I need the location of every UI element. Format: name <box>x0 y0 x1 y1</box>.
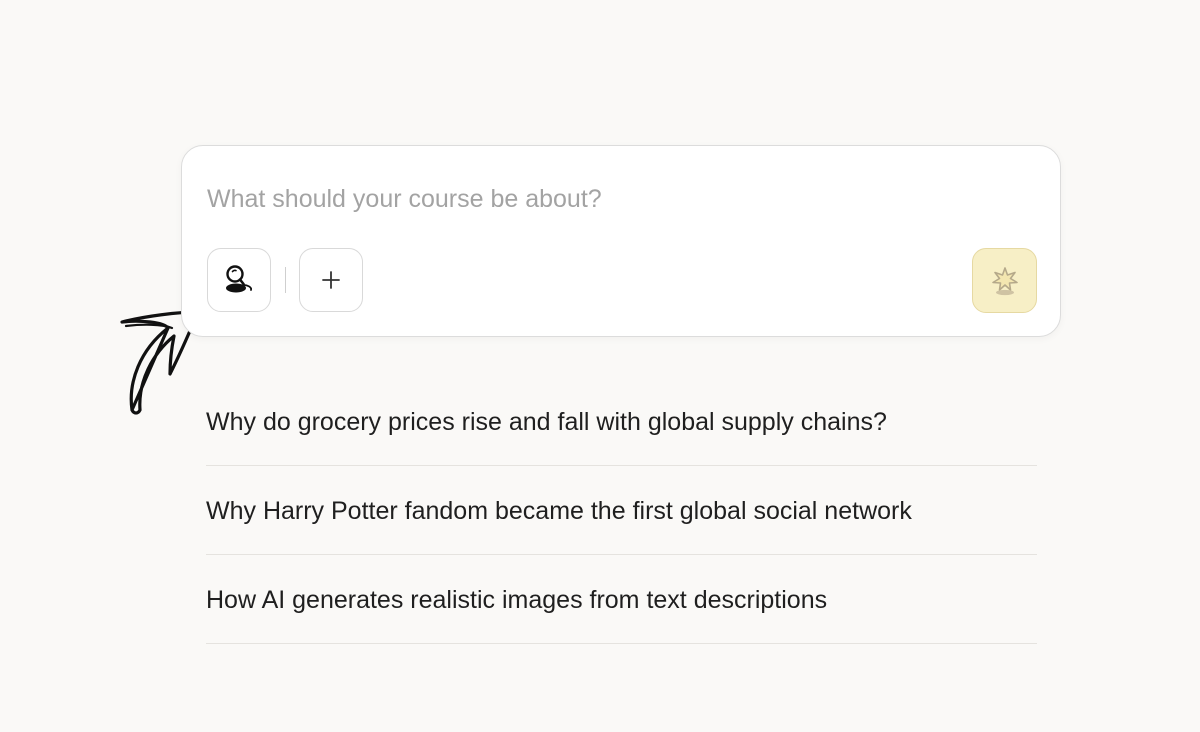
research-magnifier-icon <box>226 265 253 293</box>
course-prompt-card <box>181 145 1061 337</box>
sparkle-icon <box>991 266 1018 295</box>
suggestion-item[interactable]: Why do grocery prices rise and fall with… <box>206 377 1037 466</box>
plus-icon <box>322 271 340 289</box>
course-topic-input[interactable] <box>207 182 1027 216</box>
suggestion-list: Why do grocery prices rise and fall with… <box>206 377 1037 644</box>
research-button[interactable] <box>207 248 271 312</box>
generate-course-button[interactable] <box>972 248 1037 313</box>
suggestion-item[interactable]: Why Harry Potter fandom became the first… <box>206 466 1037 555</box>
toolbar-divider <box>285 267 286 293</box>
suggestion-item[interactable]: How AI generates realistic images from t… <box>206 555 1037 644</box>
add-button[interactable] <box>299 248 363 312</box>
